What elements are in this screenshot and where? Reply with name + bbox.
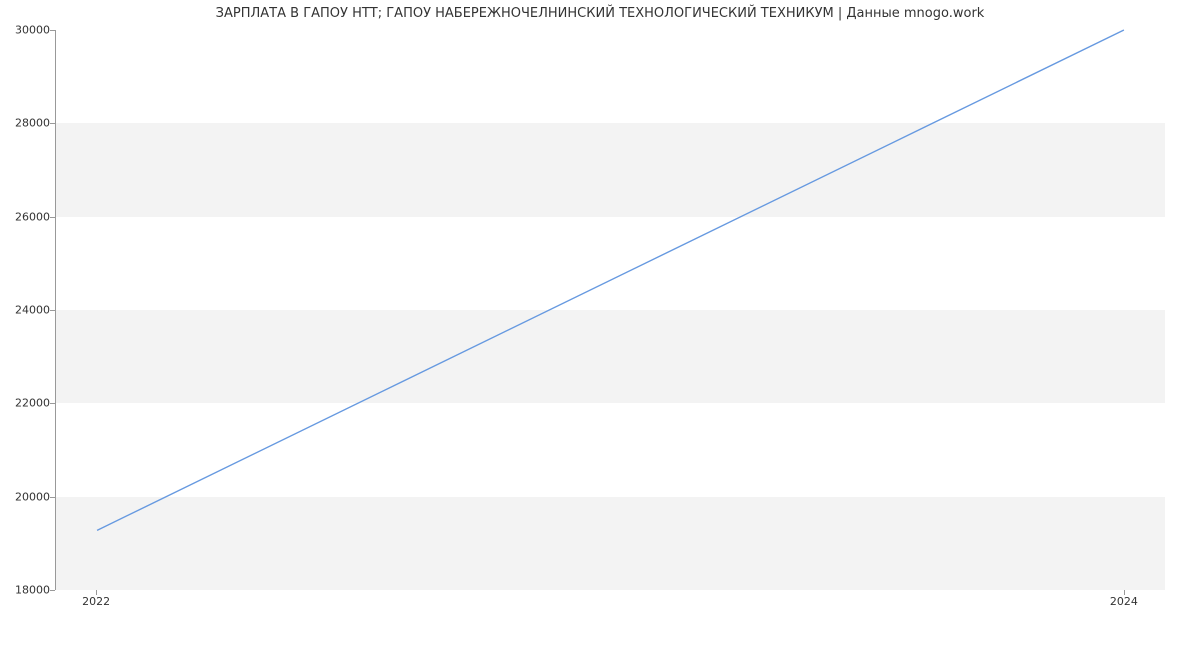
y-tick-mark (50, 123, 55, 124)
y-tick-label: 24000 (2, 304, 50, 317)
x-tick-mark (96, 590, 97, 595)
chart-title: ЗАРПЛАТА В ГАПОУ НТТ; ГАПОУ НАБЕРЕЖНОЧЕЛ… (0, 6, 1200, 21)
chart-container: ЗАРПЛАТА В ГАПОУ НТТ; ГАПОУ НАБЕРЕЖНОЧЕЛ… (0, 0, 1200, 650)
line-path (97, 30, 1124, 530)
y-tick-mark (50, 30, 55, 31)
y-tick-mark (50, 590, 55, 591)
y-tick-mark (50, 310, 55, 311)
y-tick-label: 22000 (2, 397, 50, 410)
y-tick-mark (50, 497, 55, 498)
y-tick-mark (50, 403, 55, 404)
x-tick-label: 2022 (82, 595, 110, 608)
y-tick-label: 18000 (2, 584, 50, 597)
x-tick-label: 2024 (1110, 595, 1138, 608)
plot-area (55, 30, 1165, 590)
x-tick-mark (1124, 590, 1125, 595)
y-tick-label: 26000 (2, 210, 50, 223)
y-tick-mark (50, 217, 55, 218)
y-tick-label: 20000 (2, 490, 50, 503)
y-tick-label: 30000 (2, 24, 50, 37)
line-series (56, 30, 1165, 589)
y-tick-label: 28000 (2, 117, 50, 130)
